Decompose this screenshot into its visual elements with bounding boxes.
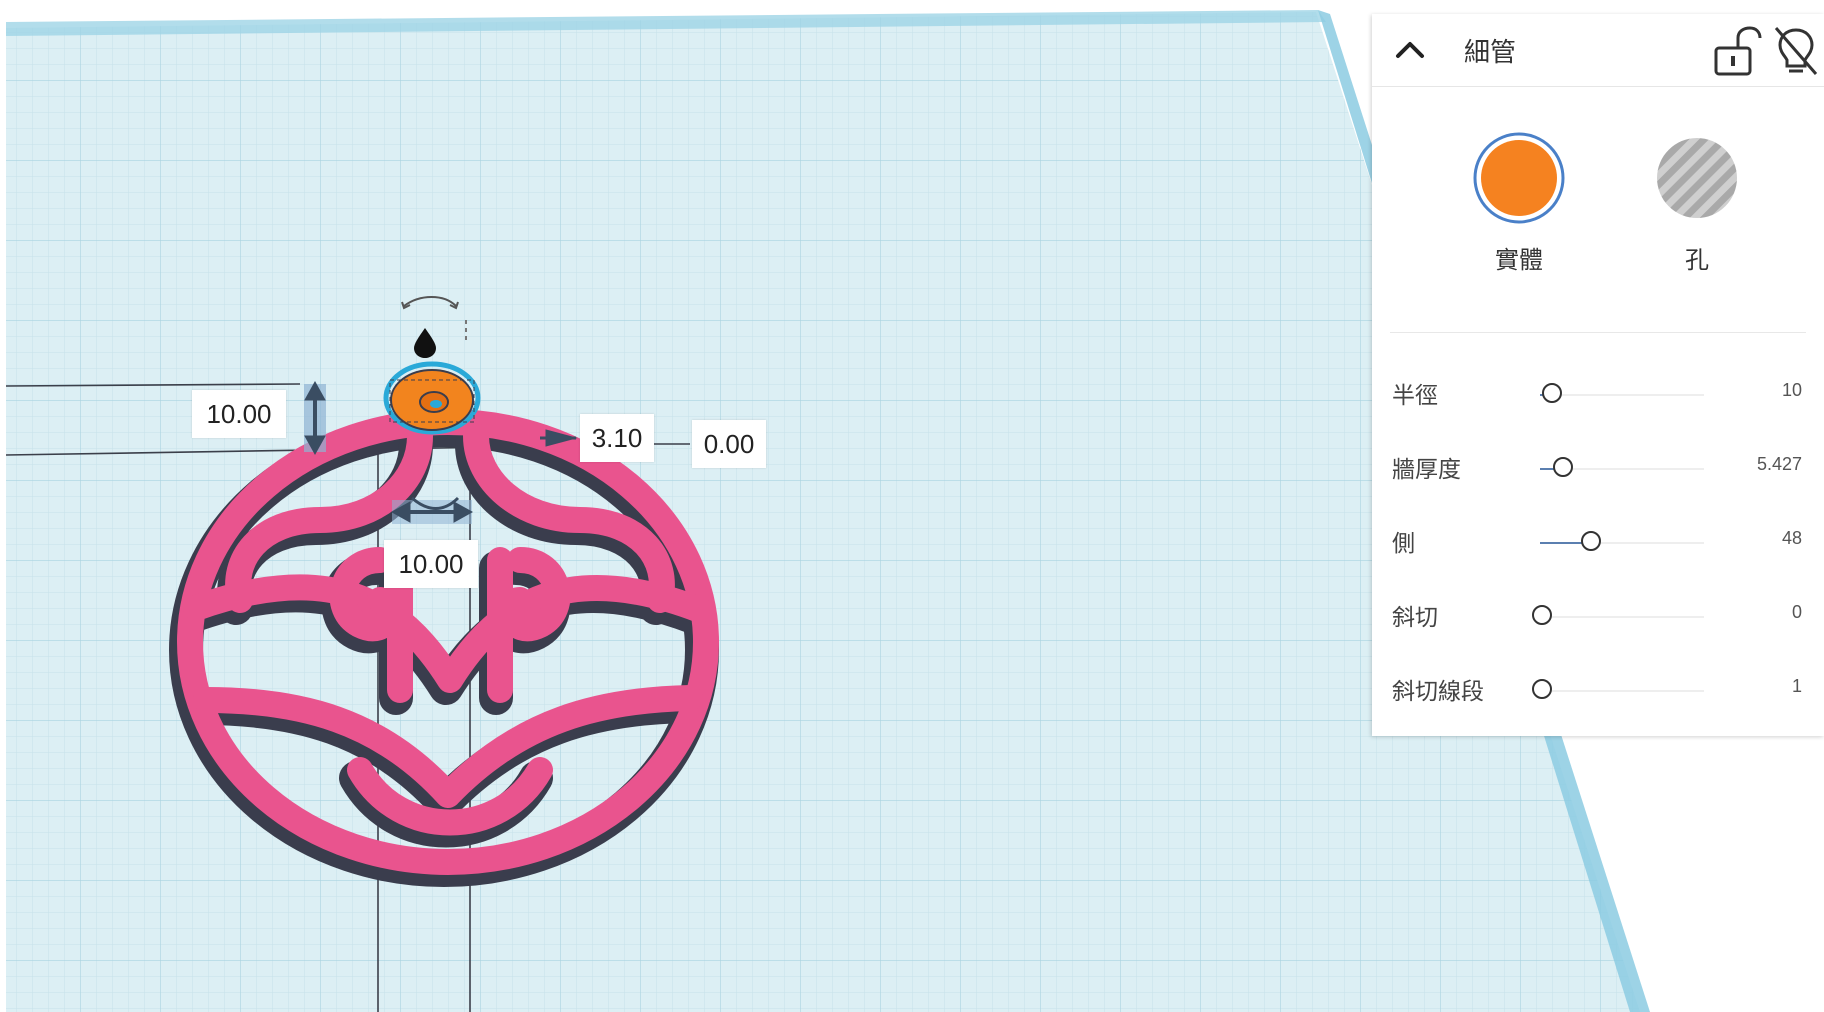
slider-track[interactable] [1540,690,1704,692]
offset-dimension[interactable]: 3.10 [580,414,654,462]
param-value[interactable]: 0 [1792,602,1802,623]
param-value[interactable]: 48 [1782,528,1802,549]
chevron-up-icon[interactable] [1392,34,1428,64]
hole-swatch-icon [1657,138,1737,218]
param-radius: 半徑 10 [1372,366,1824,426]
slider-knob[interactable] [1532,605,1552,625]
param-value[interactable]: 1 [1792,676,1802,697]
elevation-dimension[interactable]: 0.00 [692,420,766,468]
slider-fill [1540,542,1584,544]
slider-knob[interactable] [1553,457,1574,477]
panel-divider [1390,332,1806,333]
height-dimension[interactable]: 10.00 [192,390,286,438]
param-label: 半徑 [1392,383,1438,409]
light-bulb-off-icon[interactable] [1770,24,1822,78]
param-sides: 側 48 [1372,514,1824,574]
mode-hole[interactable]: 孔 [1642,130,1752,275]
mode-hole-label: 孔 [1685,246,1709,274]
panel-title: 細管 [1464,38,1517,68]
param-bevel: 斜切 0 [1372,588,1824,648]
slider-knob[interactable] [1532,679,1552,699]
unlock-icon[interactable] [1710,24,1762,78]
slider-track[interactable] [1540,616,1704,618]
mode-solid-label: 實體 [1495,246,1543,274]
solid-swatch-icon [1473,132,1565,224]
slider-track[interactable] [1540,394,1704,396]
param-value[interactable]: 5.427 [1757,454,1802,475]
width-dimension[interactable]: 10.00 [384,540,478,588]
mode-solid[interactable]: 實體 [1464,130,1574,275]
width-arrow[interactable] [390,496,474,524]
selected-tube[interactable] [383,361,481,435]
slider-knob[interactable] [1541,383,1562,403]
height-arrow[interactable] [304,380,326,456]
param-label: 側 [1392,531,1415,557]
param-label: 斜切 [1392,605,1438,631]
shape-inspector-panel: 細管 實體 孔 半徑 10 牆厚度 5.427 側 48 斜切 0 斜切線段 1 [1372,14,1824,736]
param-wall-thickness: 牆厚度 5.427 [1372,440,1824,500]
param-value[interactable]: 10 [1782,380,1802,401]
param-bevel-segments: 斜切線段 1 [1372,662,1824,722]
panel-header: 細管 [1372,14,1824,87]
param-label: 斜切線段 [1392,679,1484,705]
param-label: 牆厚度 [1392,457,1461,483]
slider-knob[interactable] [1581,531,1602,551]
